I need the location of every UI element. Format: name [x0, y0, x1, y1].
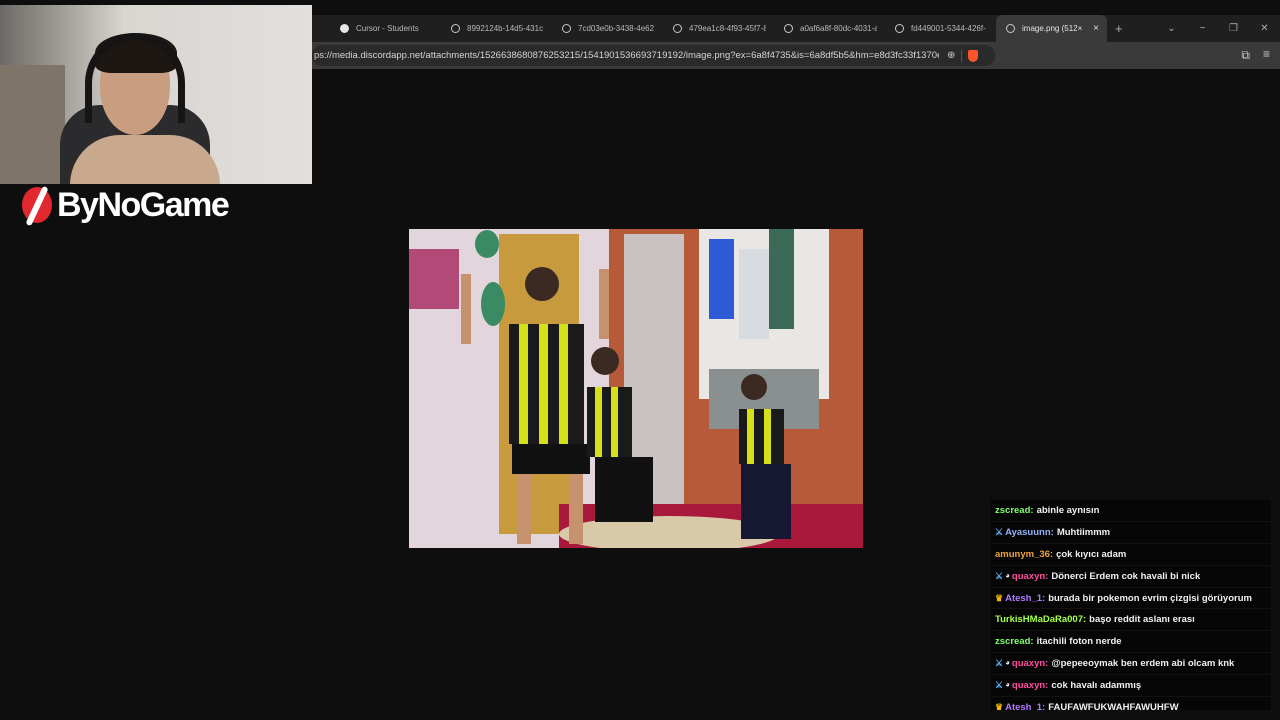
chat-message: zscread: abinle aynısın — [991, 500, 1271, 522]
chat-badges: ♛ — [995, 593, 1003, 604]
viewed-image — [409, 229, 863, 548]
chat-message-text: FAUFAWFUKWAHFAWUHFW — [1048, 701, 1179, 710]
channel-logo: ByNoGame — [22, 183, 230, 227]
crown-badge-icon: ♛ — [995, 592, 1004, 603]
chat-username[interactable]: Atesh_1: — [1005, 702, 1045, 710]
chat-message-text: başo reddit aslanı erası — [1089, 614, 1195, 626]
chat-badges: ⚔ — [995, 527, 1003, 538]
tab-label: a0af6a8f-80dc-4031-a — [800, 24, 877, 33]
chat-message: ⚔ ◕ quaxyn: @pepeeoymak ben erdem abi olcam… — [991, 653, 1271, 676]
tab-3[interactable]: 479ea1c8-4f93-45f7-8 — [663, 15, 774, 42]
tab-label: 7cd03e0b-3438-4e62 — [578, 24, 655, 33]
ghost-badge-icon: ◕ — [1005, 680, 1010, 690]
chat-username[interactable]: Atesh_1: — [1005, 593, 1045, 604]
chat-message: ♛ Atesh_1: FAUFAWFUKWAHFAWUHFW — [991, 697, 1271, 710]
tab-1[interactable]: 8992124b-14d5-431c — [441, 15, 552, 42]
tab-label: image.png (512× — [1022, 24, 1083, 33]
minimize-button[interactable]: − — [1187, 23, 1218, 34]
chat-username[interactable]: zscread: — [995, 505, 1034, 516]
chat-badges: ♛ — [995, 702, 1003, 710]
url-text[interactable]: ps://media.discordapp.net/attachments/15… — [314, 50, 939, 61]
address-bar[interactable]: ps://media.discordapp.net/attachments/15… — [312, 45, 995, 66]
webcam-headphones — [85, 33, 185, 123]
globe-icon — [895, 24, 904, 33]
chat-message: zscread: itachili foton nerde — [991, 631, 1271, 654]
chat-badges: ⚔ ◕ — [995, 680, 1010, 691]
webcam-streamer-body — [70, 135, 220, 184]
tab-label: 8992124b-14d5-431c — [467, 24, 544, 33]
ghost-badge-icon: ◕ — [1005, 570, 1010, 580]
tab-5[interactable]: fd449001-5344-426f- — [885, 15, 996, 42]
webcam-overlay — [0, 5, 312, 184]
brave-shields-icon[interactable] — [968, 49, 979, 62]
chat-message-text: itachili foton nerde — [1036, 636, 1122, 648]
chat-message: amunym_36: çok kıyıcı adam — [991, 543, 1271, 566]
tab-label: fd449001-5344-426f- — [911, 24, 986, 33]
chat-message: ⚔ Ayasuunn: Muhtiimmm — [991, 521, 1271, 544]
sword-badge-icon: ⚔ — [995, 680, 1004, 691]
chat-username[interactable]: Ayasuunn: — [1005, 527, 1054, 538]
tab-search-dropdown-icon[interactable]: ⌄ — [1156, 23, 1187, 34]
sword-badge-icon: ⚔ — [995, 570, 1004, 581]
tab-active[interactable]: image.png (512× × — [996, 15, 1107, 42]
globe-icon — [673, 24, 682, 33]
chat-username[interactable]: quaxyn: — [1012, 680, 1048, 691]
tab-label: 479ea1c8-4f93-45f7-8 — [689, 24, 766, 33]
menu-icon[interactable]: ≡ — [1263, 47, 1270, 61]
globe-icon — [1006, 24, 1015, 33]
close-tab-icon[interactable]: × — [1093, 23, 1099, 34]
crown-badge-icon: ♛ — [995, 701, 1004, 710]
window-controls: ⌄ − ❐ ✕ — [1156, 15, 1280, 42]
chat-message: ⚔ ◕ quaxyn: Dönerci Erdem cok havali bi nic… — [991, 565, 1271, 588]
chat-message-text: cok havalı adammış — [1051, 680, 1142, 692]
globe-icon — [451, 24, 460, 33]
webcam-shelf — [0, 65, 65, 184]
chat-message: TurkisHMaDaRa007: başo reddit aslanı eras… — [991, 609, 1271, 632]
chat-username[interactable]: amunym_36: — [995, 549, 1053, 560]
restore-button[interactable]: ❐ — [1218, 23, 1249, 34]
close-window-button[interactable]: ✕ — [1249, 23, 1280, 34]
zoom-icon[interactable]: ⊕ — [947, 50, 955, 61]
cursor-logo-icon — [340, 24, 349, 33]
chat-username[interactable]: zscread: — [995, 636, 1034, 647]
brand-name: ByNoGame — [57, 185, 230, 224]
sword-badge-icon: ⚔ — [995, 526, 1004, 537]
tab-label: Cursor - Students — [356, 24, 419, 33]
chat-message-text: abinle aynısın — [1036, 504, 1100, 516]
chat-username[interactable]: TurkisHMaDaRa007: — [995, 614, 1086, 625]
globe-icon — [562, 24, 571, 33]
chat-message: ♛ Atesh_1: burada bir pokemon evrim çizgis… — [991, 587, 1271, 610]
new-tab-button[interactable]: + — [1115, 21, 1123, 36]
chat-badges: ⚔ ◕ — [995, 658, 1010, 669]
chat-username[interactable]: quaxyn: — [1012, 571, 1048, 582]
tab-2[interactable]: 7cd03e0b-3438-4e62 — [552, 15, 663, 42]
globe-icon — [784, 24, 793, 33]
ghost-badge-icon: ◕ — [1005, 658, 1010, 668]
brand-mark-icon — [22, 185, 52, 227]
chat-message-text: @pepeeoymak ben erdem abi olcam knk — [1051, 658, 1235, 670]
chat-username[interactable]: quaxyn: — [1012, 658, 1048, 669]
sword-badge-icon: ⚔ — [995, 658, 1004, 669]
chat-message-text: çok kıyıcı adam — [1056, 548, 1127, 560]
tab-0[interactable]: Cursor - Students — [330, 15, 441, 42]
chat-message-text: burada bir pokemon evrim çizgisi görüyor… — [1048, 592, 1252, 604]
divider — [961, 49, 963, 62]
chat-message-text: Dönerci Erdem cok havali bi nick — [1051, 570, 1201, 582]
chat-message: ⚔ ◕ quaxyn: cok havalı adammış — [991, 675, 1271, 698]
chat-message-text: Muhtiimmm — [1056, 526, 1111, 538]
photo-illustration — [409, 229, 863, 548]
stream-chat: zscread: abinle aynısın ⚔ Ayasuunn: Muhtiimm… — [991, 500, 1271, 710]
extensions-icon[interactable]: ⧉ — [1241, 48, 1250, 63]
tab-4[interactable]: a0af6a8f-80dc-4031-a — [774, 15, 885, 42]
chat-badges: ⚔ ◕ — [995, 571, 1010, 582]
